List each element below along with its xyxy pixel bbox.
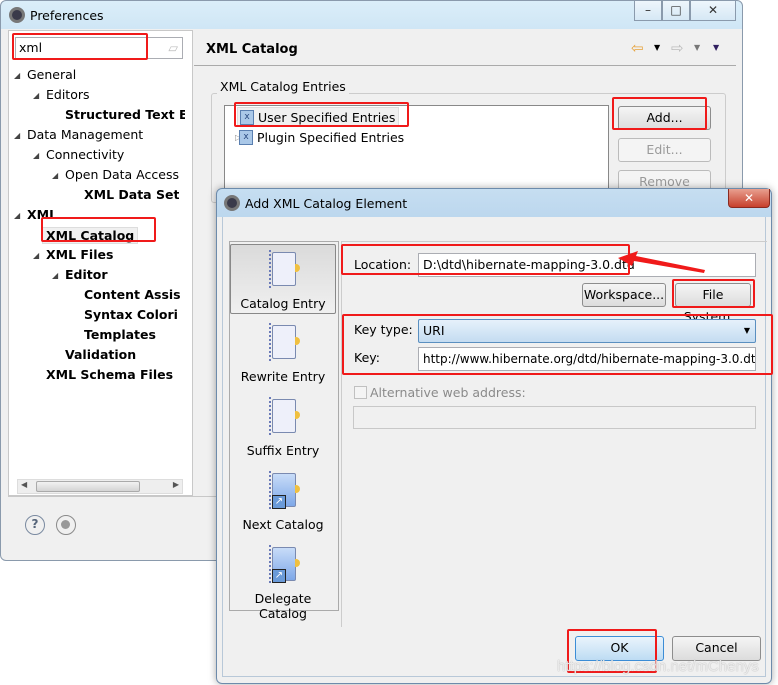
record-macro-icon[interactable] xyxy=(56,515,76,535)
chevron-down-icon: ▼ xyxy=(743,326,750,335)
tree-item[interactable]: General xyxy=(27,67,76,82)
collapse-icon[interactable]: ◢ xyxy=(14,211,20,220)
key-type-select[interactable]: URI ▼ xyxy=(418,319,756,343)
add-button[interactable]: Add... xyxy=(618,106,711,130)
collapse-icon[interactable]: ◢ xyxy=(52,271,58,280)
edit-button[interactable]: Edit... xyxy=(618,138,711,162)
scrollbar-thumb[interactable] xyxy=(36,481,140,492)
filter-input-value: xml xyxy=(19,40,43,55)
alt-web-checkbox[interactable] xyxy=(354,386,367,399)
collapse-icon[interactable]: ◢ xyxy=(52,171,58,180)
alt-web-input[interactable] xyxy=(353,406,756,429)
collapse-icon[interactable]: ◢ xyxy=(14,71,20,80)
forward-dropdown-icon[interactable]: ▼ xyxy=(694,43,700,52)
tree-item[interactable]: XML Catalog xyxy=(42,227,139,244)
next-catalog-icon: ↗ xyxy=(266,469,300,513)
key-input[interactable]: http://www.hibernate.org/dtd/hibernate-m… xyxy=(418,347,756,371)
catalog-type-next-catalog[interactable]: ↗ Next Catalog xyxy=(230,469,336,532)
maximize-button[interactable]: □ xyxy=(662,1,690,21)
entry-label: Plugin Specified Entries xyxy=(257,130,405,145)
catalog-file-icon: x xyxy=(239,130,253,145)
tree-item[interactable]: Editor xyxy=(65,267,108,282)
catalog-type-label: Delegate Catalog xyxy=(254,591,312,621)
collapse-icon[interactable]: ◢ xyxy=(33,91,39,100)
help-icon[interactable]: ? xyxy=(25,515,45,535)
catalog-type-label: Rewrite Entry xyxy=(240,369,326,384)
clear-icon[interactable]: ▱ xyxy=(168,38,178,58)
horizontal-scrollbar[interactable]: ◀ ▶ xyxy=(17,479,183,494)
tree-item[interactable]: Data Management xyxy=(27,127,143,142)
view-menu-icon[interactable]: ▼ xyxy=(713,43,719,52)
forward-arrow-icon[interactable]: ⇨ xyxy=(671,39,684,57)
tree-item[interactable]: Syntax Colori xyxy=(84,307,178,322)
workspace-button[interactable]: Workspace... xyxy=(582,283,666,307)
preferences-tree-panel: xml ▱ ◢ General ◢ Editors Structured Text E ◢ D… xyxy=(8,30,193,496)
entry-label: User Specified Entries xyxy=(258,110,396,125)
rewrite-entry-icon xyxy=(266,321,300,365)
page-header: XML Catalog ⇦ ▼ ⇨ ▼ ▼ xyxy=(194,30,736,66)
tree-item[interactable]: Open Data Access xyxy=(65,167,179,182)
collapse-icon[interactable]: ◢ xyxy=(33,251,39,260)
delegate-catalog-icon: ↗ xyxy=(266,543,300,587)
tree-item[interactable]: Templates xyxy=(84,327,156,342)
catalog-type-label: Next Catalog xyxy=(242,517,324,532)
catalog-type-label: Suffix Entry xyxy=(246,443,320,458)
key-label: Key: xyxy=(354,350,380,365)
watermark: https://blog.csdn.net/mChenys xyxy=(557,658,759,675)
tree-item[interactable]: Structured Text E xyxy=(65,107,185,122)
catalog-type-label: Catalog Entry xyxy=(240,296,326,311)
scroll-left-icon[interactable]: ◀ xyxy=(21,480,27,489)
back-dropdown-icon[interactable]: ▼ xyxy=(654,43,660,52)
key-type-value: URI xyxy=(423,323,445,338)
file-system-button[interactable]: File System... xyxy=(675,283,751,324)
tree-item[interactable]: XML Data Set xyxy=(84,187,179,202)
window-title: Preferences xyxy=(30,8,104,23)
group-label: XML Catalog Entries xyxy=(217,79,349,94)
page-title: XML Catalog xyxy=(206,42,298,57)
collapse-icon[interactable]: ◢ xyxy=(33,151,39,160)
tree-item[interactable]: Editors xyxy=(46,87,90,102)
catalog-type-delegate-catalog[interactable]: ↗ Delegate Catalog xyxy=(230,543,336,621)
alt-web-label: Alternative web address: xyxy=(370,385,526,400)
catalog-type-suffix-entry[interactable]: Suffix Entry xyxy=(230,395,336,458)
scroll-right-icon[interactable]: ▶ xyxy=(173,480,179,489)
filter-input[interactable]: xml ▱ xyxy=(15,37,183,59)
suffix-entry-icon xyxy=(266,395,300,439)
tree-item[interactable]: XML Files xyxy=(46,247,113,262)
tree-item[interactable]: XML xyxy=(27,207,57,222)
red-arrow-icon xyxy=(618,251,705,273)
location-label: Location: xyxy=(354,257,412,272)
dialog-title: Add XML Catalog Element xyxy=(245,196,408,211)
eclipse-gear-icon xyxy=(224,195,240,211)
catalog-type-catalog-entry[interactable]: Catalog Entry xyxy=(230,244,336,314)
tree-item[interactable]: Validation xyxy=(65,347,136,362)
catalog-entries-tree: x User Specified Entries ▷ x Plugin Spec… xyxy=(224,105,609,195)
entry-plugin-specified[interactable]: x Plugin Specified Entries xyxy=(237,128,417,148)
catalog-file-icon: x xyxy=(240,110,254,125)
close-button[interactable]: ✕ xyxy=(690,1,736,21)
entry-user-specified[interactable]: x User Specified Entries xyxy=(237,107,399,127)
tree-item[interactable]: Content Assis xyxy=(84,287,181,302)
collapse-icon[interactable]: ◢ xyxy=(14,131,20,140)
tree-item[interactable]: XML Schema Files xyxy=(46,367,173,382)
back-arrow-icon[interactable]: ⇦ xyxy=(631,39,644,57)
dialog-close-button[interactable]: ✕ xyxy=(728,189,770,208)
catalog-entry-icon xyxy=(266,248,300,292)
tree-item[interactable]: Connectivity xyxy=(46,147,124,162)
catalog-type-rewrite-entry[interactable]: Rewrite Entry xyxy=(230,321,336,384)
minimize-button[interactable]: – xyxy=(634,1,662,21)
key-type-label: Key type: xyxy=(354,322,413,337)
eclipse-gear-icon xyxy=(9,7,25,23)
